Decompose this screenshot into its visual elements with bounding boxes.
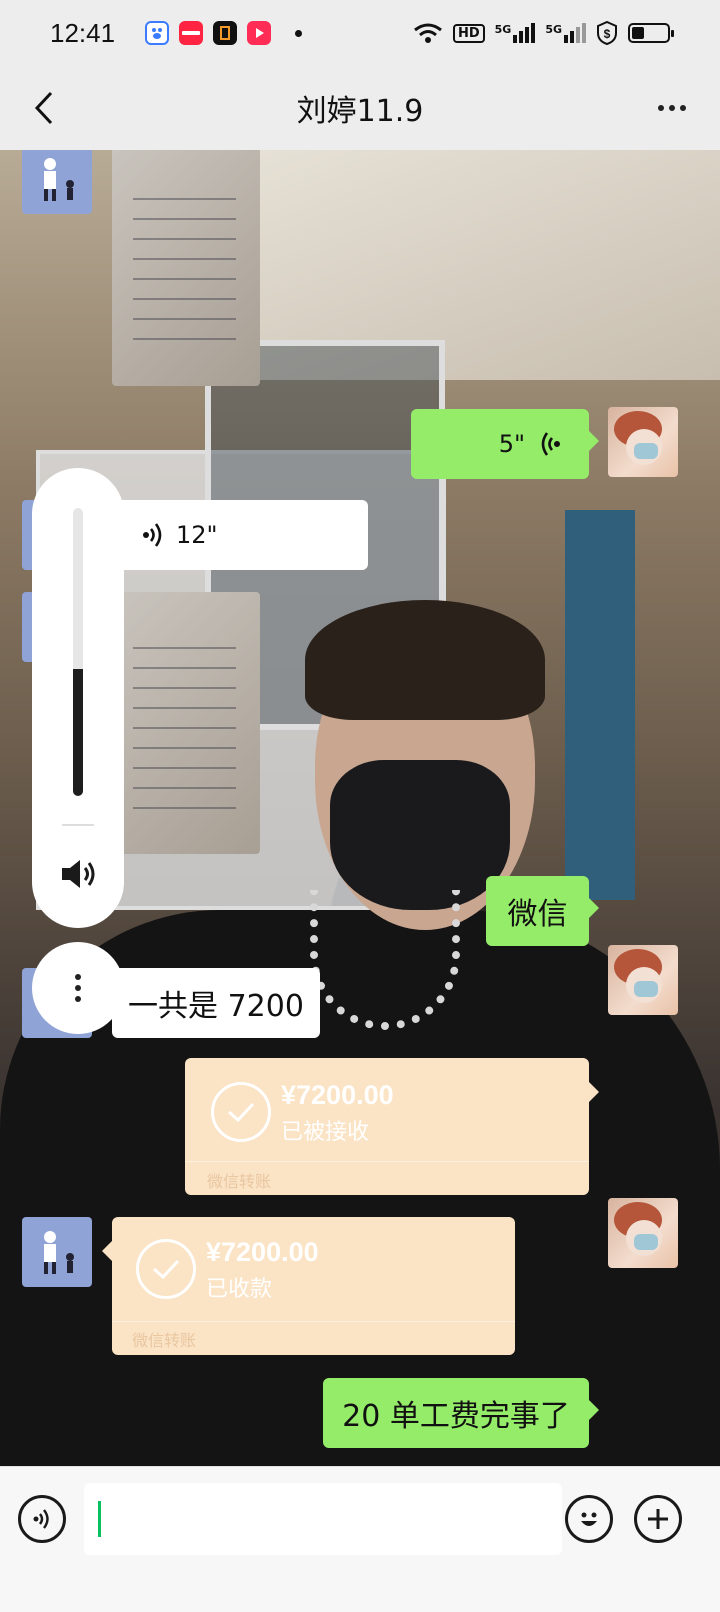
transfer-divider	[112, 1321, 515, 1322]
status-time: 12:41	[50, 17, 116, 48]
volume-slider-panel[interactable]	[32, 468, 124, 928]
transfer-divider	[185, 1161, 589, 1162]
plus-icon	[648, 1509, 668, 1529]
battery-icon	[628, 23, 674, 43]
voice-message[interactable]: 5"	[411, 409, 599, 479]
contact-avatar[interactable]	[22, 1217, 92, 1287]
voice-message[interactable]: 12"	[102, 500, 368, 570]
status-app-icons	[145, 21, 303, 45]
message-text: 微信	[507, 897, 568, 932]
image-content	[132, 628, 237, 818]
background-person-hair	[305, 600, 545, 720]
text-message[interactable]: 20 单工费完事了	[323, 1378, 599, 1448]
baidu-app-icon	[145, 21, 170, 45]
input-bar	[0, 1466, 720, 1612]
signal-5g-2: 5G	[545, 23, 586, 43]
battery-level	[632, 27, 644, 39]
transfer-status: 已被接收	[281, 1120, 370, 1145]
xiaohongshu-app-icon	[179, 21, 204, 45]
transfer-amount: ¥7200.00	[281, 1080, 394, 1110]
check-circle-icon	[211, 1082, 271, 1142]
speaker-icon[interactable]	[58, 854, 98, 894]
voice-wave-icon	[143, 523, 162, 547]
transfer-source: 微信转账	[207, 1172, 272, 1191]
svg-text:$: $	[604, 27, 611, 41]
voice-input-button[interactable]	[18, 1495, 66, 1543]
back-button[interactable]	[22, 86, 66, 130]
emoji-icon	[581, 1512, 597, 1526]
transfer-source: 微信转账	[132, 1331, 197, 1350]
status-bar: 12:41 HD 5G 5G $	[0, 0, 720, 66]
chat-title: 刘婷11.9	[296, 94, 424, 129]
chevron-left-icon	[34, 91, 53, 125]
volume-track[interactable]	[73, 508, 83, 796]
text-message[interactable]: 微信	[486, 876, 599, 946]
volume-fill	[73, 669, 83, 796]
office-app-icon	[213, 21, 238, 45]
notification-dot	[295, 29, 303, 37]
transfer-status: 已收款	[206, 1277, 273, 1302]
chat-area[interactable]: 5" 12" 微信 一共是 7200 ¥7200.00 已被接收 微信转账 ¥7…	[0, 150, 720, 1510]
message-text: 20 单工费完事了	[342, 1399, 570, 1434]
status-indicators: HD 5G 5G $	[413, 21, 674, 45]
hd-indicator: HD	[452, 23, 485, 43]
plus-button[interactable]	[634, 1495, 682, 1543]
text-message[interactable]: 一共是 7200	[102, 968, 320, 1038]
more-button[interactable]	[648, 86, 696, 130]
message-input[interactable]	[84, 1483, 562, 1555]
volume-divider	[62, 824, 94, 826]
more-dots-icon	[658, 105, 664, 111]
background-person-mask	[330, 760, 510, 910]
voice-input-icon	[33, 1509, 49, 1529]
contact-avatar[interactable]	[22, 150, 92, 214]
voice-wave-icon	[541, 432, 560, 456]
image-message[interactable]	[112, 150, 260, 386]
check-circle-icon	[136, 1239, 196, 1299]
my-avatar[interactable]	[608, 1198, 678, 1268]
image-message[interactable]	[112, 592, 260, 854]
text-caret	[98, 1501, 101, 1537]
my-avatar[interactable]	[608, 407, 678, 477]
volume-more-button[interactable]	[32, 942, 124, 1034]
wifi-icon	[414, 23, 442, 43]
transfer-message[interactable]: ¥7200.00 已收款 微信转账	[102, 1217, 515, 1355]
transfer-message[interactable]: ¥7200.00 已被接收 微信转账	[185, 1058, 599, 1195]
voice-duration: 5"	[498, 430, 525, 458]
emoji-button[interactable]	[565, 1495, 613, 1543]
voice-duration: 12"	[176, 521, 218, 549]
video-app-icon	[247, 21, 272, 45]
transfer-amount: ¥7200.00	[206, 1237, 319, 1267]
message-text: 一共是 7200	[128, 989, 304, 1024]
background-door	[565, 510, 635, 900]
signal-5g-1: 5G	[495, 23, 536, 43]
shield-dollar-icon: $	[597, 21, 617, 45]
image-content	[132, 179, 237, 353]
my-avatar[interactable]	[608, 945, 678, 1015]
more-vertical-icon	[75, 974, 81, 980]
chat-header: 刘婷11.9	[0, 66, 720, 150]
